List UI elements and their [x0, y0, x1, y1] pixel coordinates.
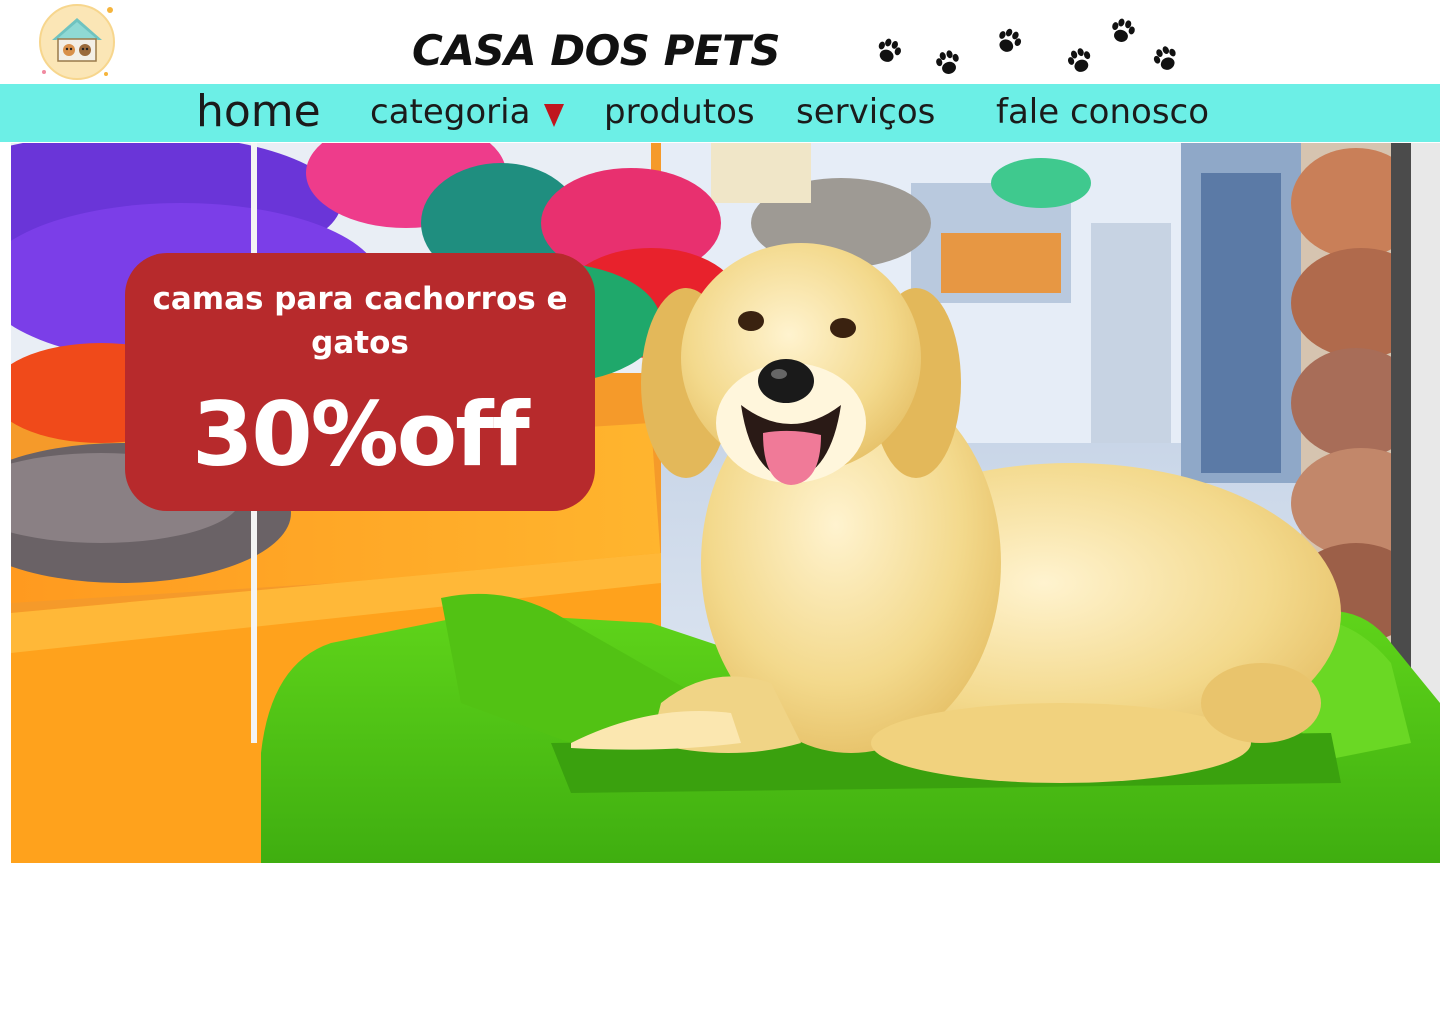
paw-print-icon [1153, 46, 1176, 70]
nav-item-home[interactable]: home [196, 86, 321, 138]
site-title: CASA DOS PETS [412, 26, 781, 75]
house-with-pets-icon[interactable] [36, 2, 118, 80]
promo-discount: 30%off [192, 383, 530, 486]
nav-item-categoria[interactable]: categoria [370, 92, 530, 132]
paw-print-icon [999, 28, 1022, 52]
paw-print-icon [1067, 48, 1091, 72]
paw-print-icon [878, 38, 901, 62]
nav-item-produtos[interactable]: produtos [604, 92, 755, 132]
hero-banner[interactable]: camas para cachorros e gatos 30%off [11, 143, 1440, 863]
paw-print-icon [1112, 18, 1135, 42]
promo-card[interactable]: camas para cachorros e gatos 30%off [125, 253, 595, 511]
paw-print-icon [936, 50, 959, 74]
caret-down-icon[interactable] [543, 102, 565, 128]
promo-title: camas para cachorros e gatos [152, 281, 568, 361]
site-header: CASA DOS PETS [0, 0, 1440, 84]
nav-item-fale-conosco[interactable]: fale conosco [996, 92, 1209, 132]
nav-item-servicos[interactable]: serviços [796, 92, 935, 132]
main-nav: home categoria produtos serviços fale co… [0, 84, 1440, 142]
